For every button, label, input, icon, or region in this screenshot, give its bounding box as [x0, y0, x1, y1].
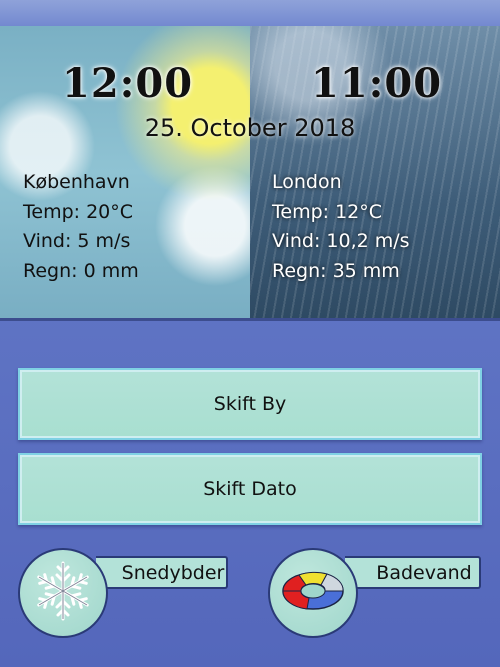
snow-depth-button[interactable] — [18, 548, 108, 638]
city-name: København — [23, 171, 130, 193]
top-strip — [0, 0, 500, 26]
clock-right: 11:00 — [311, 60, 443, 107]
wind: Vind: 5 m/s — [23, 230, 131, 252]
rain: Regn: 0 mm — [23, 259, 139, 282]
bathing-water-label[interactable]: Badevand — [345, 556, 481, 589]
temperature: Temp: 20°C — [23, 200, 134, 223]
temperature: Temp: 12°C — [272, 200, 383, 223]
bathing-water-button[interactable] — [268, 548, 358, 638]
city-info-right: London Temp: 12°C Vind: 10,2 m/s Regn: 3… — [272, 168, 410, 286]
snow-depth-label[interactable]: Snedybder — [96, 556, 228, 589]
city-info-left: København Temp: 20°C Vind: 5 m/s Regn: 0… — [23, 168, 139, 286]
change-city-button[interactable]: Skift By — [18, 368, 482, 440]
rain: Regn: 35 mm — [272, 259, 400, 282]
weather-panel: 12:00 11:00 25. October 2018 København T… — [0, 26, 500, 321]
snowflake-icon — [31, 559, 95, 627]
change-date-button[interactable]: Skift Dato — [18, 453, 482, 525]
date-label: 25. October 2018 — [144, 114, 356, 142]
clock-left: 12:00 — [62, 60, 194, 107]
city-name: London — [272, 171, 342, 193]
wind: Vind: 10,2 m/s — [272, 230, 410, 252]
lifebuoy-icon — [279, 568, 347, 618]
